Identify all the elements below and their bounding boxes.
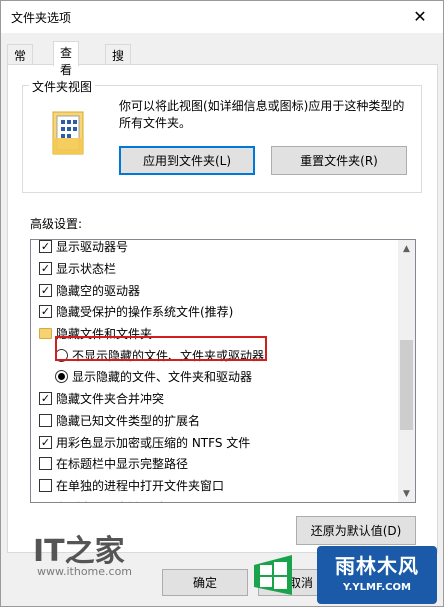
view-tab-panel: 文件夹视图 你可以将此视图(如详细信息或图标)应用于这种类型的所有文件夹。 应用… (7, 64, 438, 553)
tab-search[interactable]: 搜索 (105, 44, 132, 80)
advanced-setting-item[interactable]: ✓ 显示状态栏 (31, 258, 399, 280)
folder-views-title: 文件夹视图 (29, 78, 96, 95)
site-logo-url: Y.YLMF.COM (343, 582, 411, 593)
radio-button[interactable] (55, 370, 68, 384)
window-title: 文件夹选项 (11, 11, 72, 25)
advanced-setting-label: 在单独的进程中打开文件夹窗口 (56, 478, 225, 493)
watermark-url: www.ithome.com (37, 565, 133, 578)
tab-general[interactable]: 常规 (7, 44, 34, 80)
advanced-setting-item[interactable]: ✓ 隐藏空的驱动器 (31, 279, 399, 301)
advanced-settings-label: 高级设置: (30, 217, 83, 231)
reset-folders-button[interactable]: 重置文件夹(R) (271, 146, 407, 175)
tab-view[interactable]: 查看 (53, 41, 80, 77)
folder-view-icon (52, 111, 84, 155)
advanced-settings-items: ✓ 显示驱动器号 ✓ 显示状态栏 ✓ 隐藏空的驱动器 ✓ 隐藏受保护的操作系统文件(推荐) 隐藏… (31, 240, 399, 502)
advanced-setting-item: 隐藏文件和文件夹 (31, 323, 399, 345)
checkbox[interactable] (39, 478, 52, 492)
advanced-setting-label: 用彩色显示加密或压缩的 NTFS 文件 (56, 435, 251, 450)
advanced-setting-label: 隐藏受保护的操作系统文件(推荐) (56, 305, 234, 320)
scroll-down-icon[interactable]: ▼ (398, 485, 415, 502)
advanced-setting-item[interactable]: ✓ 隐藏文件夹合并冲突 (31, 388, 399, 410)
checkbox[interactable] (39, 413, 52, 427)
advanced-setting-item[interactable]: 在单独的进程中打开文件夹窗口 (31, 475, 399, 497)
close-icon[interactable]: ✕ (397, 1, 443, 32)
advanced-setting-label: 显示状态栏 (56, 262, 117, 277)
site-logo: 雨林木风 Y.YLMF.COM (317, 546, 437, 604)
advanced-setting-label: 隐藏文件夹合并冲突 (56, 392, 165, 407)
folder-icon (39, 501, 52, 502)
restore-defaults-button[interactable]: 还原为默认值(D) (296, 516, 416, 545)
checkbox[interactable]: ✓ (39, 262, 52, 276)
advanced-setting-label: 在列表视图中键入时 (56, 499, 164, 502)
advanced-setting-item[interactable]: 显示隐藏的文件、文件夹和驱动器 (31, 366, 399, 388)
checkbox[interactable]: ✓ (39, 435, 52, 449)
advanced-setting-item[interactable]: ✓ 显示驱动器号 (31, 240, 399, 258)
advanced-setting-label: 隐藏文件和文件夹 (56, 327, 153, 342)
advanced-setting-label: 隐藏已知文件类型的扩展名 (56, 413, 201, 428)
checkbox[interactable]: ✓ (39, 392, 52, 406)
apply-to-folders-button[interactable]: 应用到文件夹(L) (119, 146, 255, 175)
advanced-setting-label: 显示驱动器号 (56, 240, 129, 255)
advanced-setting-label: 隐藏空的驱动器 (56, 283, 141, 298)
advanced-setting-item[interactable]: 不显示隐藏的文件、文件夹或驱动器 (31, 344, 399, 366)
checkbox[interactable]: ✓ (39, 240, 52, 254)
advanced-setting-label: 显示隐藏的文件、文件夹和驱动器 (72, 370, 253, 385)
checkbox[interactable] (39, 457, 52, 471)
scroll-up-icon[interactable]: ▲ (398, 240, 415, 257)
list-scrollbar[interactable]: ▲ ▼ (398, 240, 415, 502)
advanced-setting-item[interactable]: 在标题栏中显示完整路径 (31, 453, 399, 475)
scroll-thumb[interactable] (400, 340, 413, 430)
advanced-setting-label: 在标题栏中显示完整路径 (56, 457, 189, 472)
advanced-setting-item[interactable]: ✓ 隐藏受保护的操作系统文件(推荐) (31, 301, 399, 323)
advanced-setting-label: 不显示隐藏的文件、文件夹或驱动器 (72, 348, 265, 363)
folder-options-window: 文件夹选项 ✕ 常规 查看 搜索 文件夹视图 你可以将此视图(如详细信息或图标)… (0, 0, 444, 607)
checkbox[interactable]: ✓ (39, 305, 52, 319)
windows-logo-icon (254, 555, 292, 595)
folder-icon (39, 328, 52, 340)
advanced-setting-item[interactable]: 隐藏已知文件类型的扩展名 (31, 410, 399, 432)
checkbox[interactable]: ✓ (39, 283, 52, 297)
radio-button[interactable] (55, 348, 68, 362)
watermark-logo: IT之家 (33, 534, 125, 569)
ok-button[interactable]: 确定 (162, 569, 248, 596)
title-bar[interactable]: 文件夹选项 ✕ (1, 1, 443, 33)
folder-views-description: 你可以将此视图(如详细信息或图标)应用于这种类型的所有文件夹。 (119, 99, 405, 130)
folder-views-group: 文件夹视图 你可以将此视图(如详细信息或图标)应用于这种类型的所有文件夹。 应用… (22, 78, 422, 193)
advanced-setting-item: 在列表视图中键入时 (31, 496, 399, 502)
advanced-setting-item[interactable]: ✓ 用彩色显示加密或压缩的 NTFS 文件 (31, 431, 399, 453)
advanced-settings-list[interactable]: ✓ 显示驱动器号 ✓ 显示状态栏 ✓ 隐藏空的驱动器 ✓ 隐藏受保护的操作系统文件(推荐) 隐藏… (30, 239, 416, 503)
site-logo-name: 雨林木风 (335, 554, 419, 578)
